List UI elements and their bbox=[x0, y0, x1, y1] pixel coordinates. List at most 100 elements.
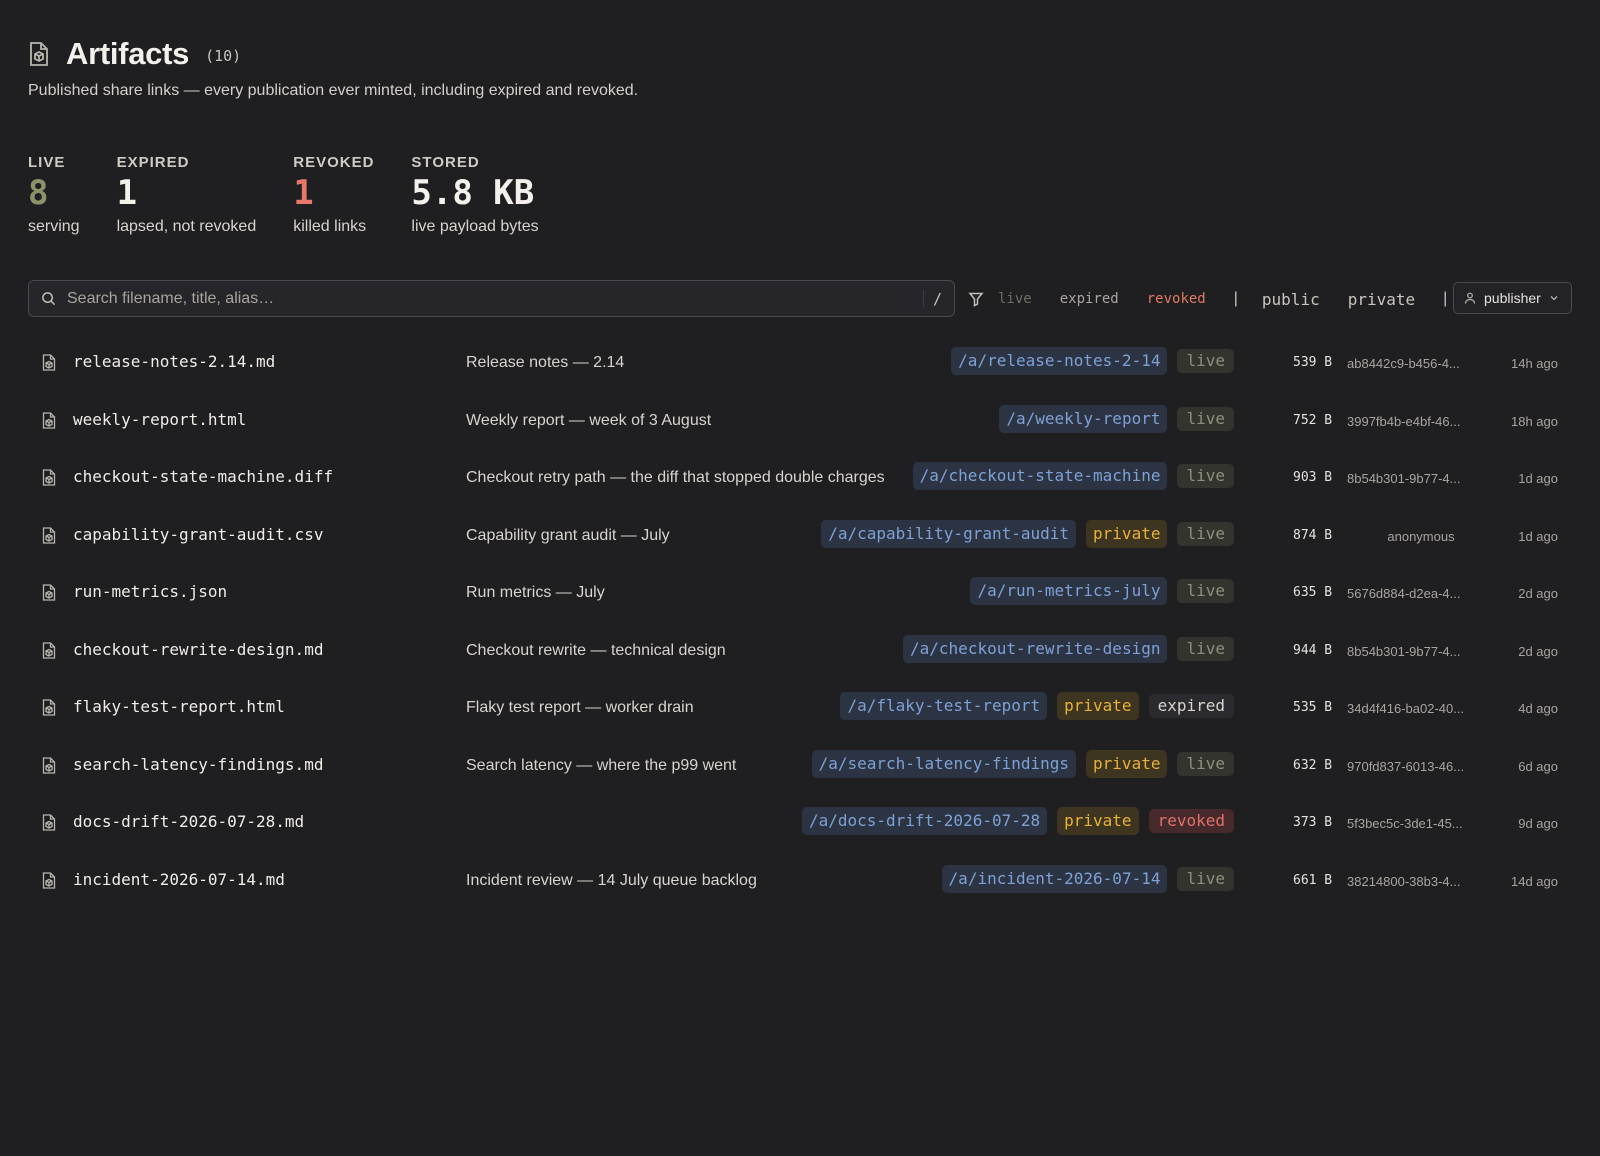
stat-label: REVOKED bbox=[293, 154, 375, 171]
artifact-icon bbox=[30, 42, 48, 66]
artifact-size: 632 B bbox=[1293, 757, 1333, 773]
status-badge: live bbox=[1177, 636, 1234, 661]
search-box[interactable]: / bbox=[28, 280, 955, 317]
artifact-title: Flaky test report — worker drain bbox=[466, 699, 694, 716]
stat-revoked: REVOKED 1 killed links bbox=[293, 154, 374, 236]
artifact-filename[interactable]: run-metrics.json bbox=[73, 582, 227, 601]
artifact-age: 6d ago bbox=[1518, 758, 1558, 774]
visibility-badge: private bbox=[1086, 749, 1168, 778]
stat-desc: lapsed, not revoked bbox=[116, 218, 257, 236]
file-icon bbox=[42, 641, 56, 659]
file-icon bbox=[42, 814, 56, 831]
artifact-size: 539 B bbox=[1293, 355, 1333, 370]
artifact-tags: /a/checkout-state-machine live bbox=[903, 462, 1234, 490]
artifact-filename[interactable]: flaky-test-report.html bbox=[73, 697, 285, 716]
filter-separator: | bbox=[1233, 290, 1238, 307]
artifact-title: Release notes — 2.14 bbox=[466, 354, 625, 371]
artifact-publisher: 5676d884-d2ea-4... bbox=[1347, 586, 1461, 601]
status-badge: live bbox=[1177, 521, 1234, 546]
artifact-tags: /a/release-notes-2-14 live bbox=[941, 347, 1234, 375]
artifact-publisher: 38214800-38b3-4... bbox=[1347, 873, 1461, 889]
stat-live: LIVE 8 serving bbox=[28, 154, 80, 236]
file-icon bbox=[42, 699, 56, 716]
alias-link[interactable]: /a/weekly-report bbox=[999, 404, 1168, 433]
publisher-dropdown[interactable]: publisher bbox=[1453, 282, 1572, 314]
alias-link[interactable]: /a/docs-drift-2026-07-28 bbox=[801, 807, 1048, 835]
artifact-filename[interactable]: search-latency-findings.md bbox=[73, 755, 323, 774]
search-shortcut-hint: / bbox=[922, 289, 942, 308]
artifact-age: 9d ago bbox=[1518, 816, 1558, 831]
artifact-title: Checkout rewrite — technical design bbox=[466, 641, 726, 659]
file-icon bbox=[42, 871, 56, 889]
artifact-tags: /a/capability-grant-audit private live bbox=[811, 519, 1234, 548]
user-icon bbox=[1464, 292, 1476, 304]
stat-value: 5.8 KB bbox=[411, 173, 535, 213]
artifact-size: 944 B bbox=[1293, 642, 1333, 658]
artifact-row[interactable]: checkout-rewrite-design.md Checkout rewr… bbox=[28, 622, 1572, 680]
artifact-filename[interactable]: checkout-state-machine.diff bbox=[73, 467, 333, 486]
chevron-down-icon bbox=[1550, 296, 1558, 301]
artifact-title: Capability grant audit — July bbox=[466, 526, 670, 544]
artifact-row[interactable]: weekly-report.html Weekly report — week … bbox=[28, 392, 1572, 450]
artifact-tags: /a/search-latency-findings private live bbox=[802, 749, 1234, 778]
alias-link[interactable]: /a/run-metrics-july bbox=[970, 577, 1168, 605]
page-subtitle: Published share links — every publicatio… bbox=[28, 82, 639, 99]
stat-value: 1 bbox=[293, 173, 314, 213]
stat-value: 1 bbox=[116, 173, 138, 213]
artifact-tags: /a/flaky-test-report private expired bbox=[830, 692, 1234, 720]
artifacts-page: Artifacts (10) Published share links — e… bbox=[0, 0, 1600, 1156]
artifact-publisher: 970fd837-6013-46... bbox=[1347, 758, 1465, 774]
stat-desc: killed links bbox=[293, 218, 367, 236]
artifact-count: (10) bbox=[205, 47, 242, 65]
artifact-title: Checkout retry path — the diff that stop… bbox=[466, 469, 885, 486]
artifact-title: Weekly report — week of 3 August bbox=[466, 411, 712, 429]
filter-separator: | bbox=[1443, 290, 1448, 307]
status-badge: live bbox=[1177, 866, 1234, 891]
alias-link[interactable]: /a/checkout-state-machine bbox=[912, 462, 1168, 490]
filter-bar: live expired revoked | public private | bbox=[968, 283, 1471, 315]
artifact-list: release-notes-2.14.md Release notes — 2.… bbox=[28, 334, 1572, 909]
artifact-row[interactable]: incident-2026-07-14.md Incident review —… bbox=[28, 852, 1572, 910]
artifact-size: 752 B bbox=[1293, 412, 1333, 428]
filter-public[interactable]: public bbox=[1262, 290, 1320, 309]
search-input[interactable] bbox=[67, 289, 923, 308]
filter-revoked[interactable]: revoked bbox=[1147, 291, 1206, 307]
artifact-row[interactable]: search-latency-findings.md Search latenc… bbox=[28, 737, 1572, 795]
status-badge: live bbox=[1177, 349, 1234, 373]
artifact-filename[interactable]: release-notes-2.14.md bbox=[73, 352, 275, 371]
alias-link[interactable]: /a/capability-grant-audit bbox=[821, 519, 1077, 548]
stat-desc: live payload bytes bbox=[411, 218, 539, 236]
artifact-row[interactable]: docs-drift-2026-07-28.md /a/docs-drift-2… bbox=[28, 794, 1572, 852]
alias-link[interactable]: /a/search-latency-findings bbox=[811, 749, 1077, 778]
filter-live[interactable]: live bbox=[998, 291, 1032, 307]
artifact-size: 535 B bbox=[1293, 700, 1333, 715]
filter-private[interactable]: private bbox=[1348, 290, 1415, 309]
alias-link[interactable]: /a/checkout-rewrite-design bbox=[903, 634, 1168, 663]
alias-link[interactable]: /a/incident-2026-07-14 bbox=[941, 864, 1168, 893]
stats-summary: LIVE 8 serving EXPIRED 1 lapsed, not rev… bbox=[28, 154, 576, 236]
artifact-filename[interactable]: checkout-rewrite-design.md bbox=[73, 640, 323, 659]
artifact-age: 1d ago bbox=[1518, 528, 1558, 544]
file-icon bbox=[42, 526, 56, 544]
alias-link[interactable]: /a/flaky-test-report bbox=[840, 692, 1048, 720]
alias-link[interactable]: /a/release-notes-2-14 bbox=[951, 347, 1168, 375]
status-badge: expired bbox=[1148, 694, 1234, 718]
visibility-badge: private bbox=[1086, 519, 1168, 548]
artifact-filename[interactable]: docs-drift-2026-07-28.md bbox=[73, 812, 304, 831]
artifact-size: 373 B bbox=[1293, 815, 1333, 830]
filter-expired[interactable]: expired bbox=[1060, 291, 1119, 307]
artifact-row[interactable]: capability-grant-audit.csv Capability gr… bbox=[28, 507, 1572, 565]
stat-label: EXPIRED bbox=[116, 154, 190, 171]
artifact-row[interactable]: flaky-test-report.html Flaky test report… bbox=[28, 679, 1572, 737]
artifact-row[interactable]: release-notes-2.14.md Release notes — 2.… bbox=[28, 334, 1572, 392]
artifact-row[interactable]: run-metrics.json Run metrics — July /a/r… bbox=[28, 564, 1572, 622]
artifact-filename[interactable]: weekly-report.html bbox=[73, 410, 246, 429]
artifact-age: 1d ago bbox=[1518, 471, 1558, 486]
artifact-row[interactable]: checkout-state-machine.diff Checkout ret… bbox=[28, 449, 1572, 507]
file-icon bbox=[42, 756, 56, 774]
artifact-age: 2d ago bbox=[1518, 643, 1558, 659]
artifact-filename[interactable]: incident-2026-07-14.md bbox=[73, 870, 285, 889]
artifact-size: 874 B bbox=[1293, 527, 1333, 543]
stat-value: 8 bbox=[28, 173, 49, 213]
artifact-filename[interactable]: capability-grant-audit.csv bbox=[73, 525, 323, 544]
